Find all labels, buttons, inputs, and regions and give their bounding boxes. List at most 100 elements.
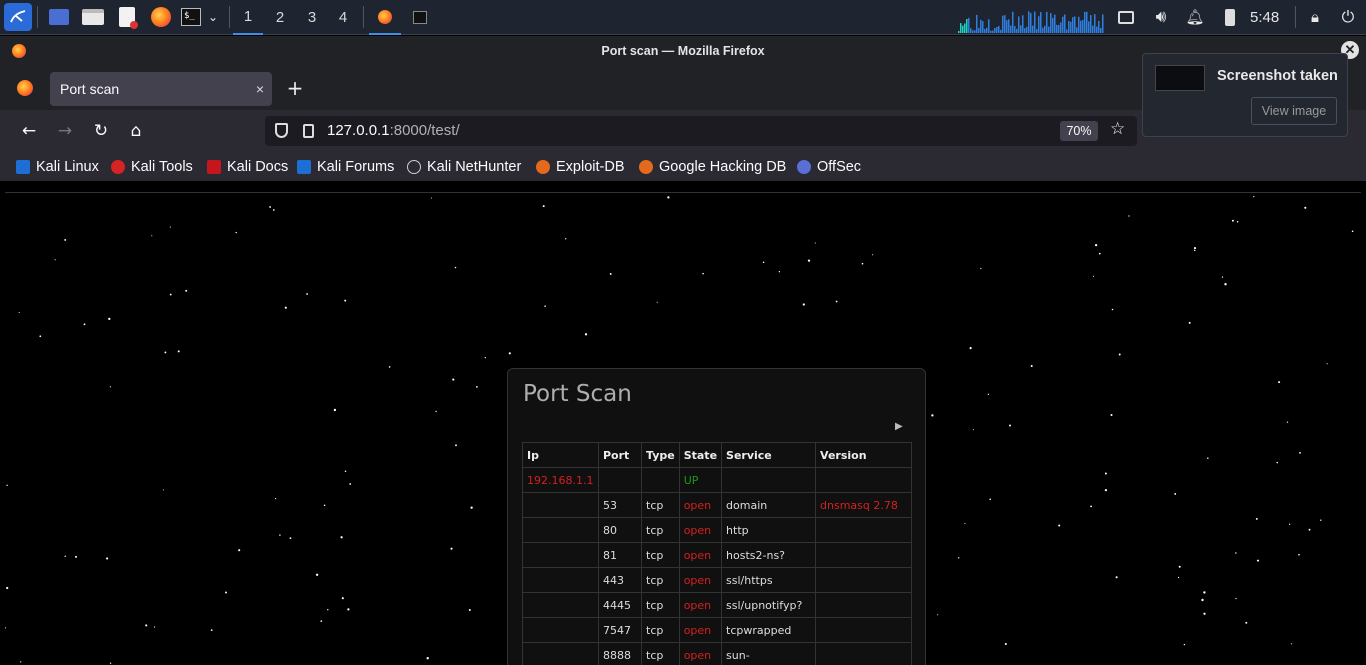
- cell-port: 80: [598, 517, 642, 543]
- star-dot: [225, 591, 227, 594]
- kali-menu-icon[interactable]: [4, 3, 32, 31]
- star-dot: [154, 626, 156, 628]
- firefox-icon[interactable]: [149, 5, 173, 29]
- table-row: 80 tcp open http: [522, 517, 913, 543]
- star-dot: [1320, 519, 1322, 521]
- cell-port: 4445: [598, 592, 642, 618]
- lock-icon[interactable]: 🔒︎: [1303, 5, 1327, 29]
- star-dot: [1207, 457, 1209, 459]
- star-dot: [344, 470, 347, 472]
- screenshot-thumbnail[interactable]: [1155, 65, 1205, 91]
- taskbar-separator: [1295, 6, 1296, 28]
- cpu-bar: [1062, 16, 1064, 33]
- star-dot: [957, 557, 960, 559]
- star-dot: [972, 429, 974, 431]
- star-dot: [542, 205, 545, 208]
- bookmark-star-icon[interactable]: ☆: [1110, 119, 1125, 139]
- cell-service: domain: [721, 492, 817, 518]
- cell-type: tcp: [641, 642, 680, 665]
- cell-service: hosts2-ns?: [721, 542, 817, 568]
- star-dot: [275, 498, 277, 500]
- back-button[interactable]: ←: [16, 118, 42, 144]
- star-dot: [1201, 598, 1204, 602]
- star-dot: [18, 311, 20, 313]
- cpu-bar: [1072, 17, 1074, 33]
- zoom-indicator[interactable]: 70%: [1060, 121, 1098, 141]
- cpu-bar: [998, 25, 1000, 33]
- volume-icon[interactable]: 🔊︎: [1149, 5, 1173, 29]
- cell-service: ssl/upnotifyp?: [721, 592, 817, 618]
- cpu-bar: [1046, 11, 1048, 33]
- star-dot: [1092, 275, 1095, 277]
- star-dot: [320, 620, 323, 622]
- workspace-1[interactable]: 1: [233, 0, 263, 35]
- cpu-graph: [958, 11, 1104, 34]
- shield-icon[interactable]: [275, 123, 288, 138]
- play-icon[interactable]: ▶: [895, 421, 903, 432]
- chevron-down-icon[interactable]: ⌄: [203, 5, 223, 29]
- workspace-2[interactable]: 2: [265, 0, 295, 35]
- cell-type: tcp: [641, 517, 680, 543]
- cpu-bar: [1096, 26, 1098, 33]
- bookmark-kali-forums[interactable]: Kali Forums: [297, 155, 394, 178]
- tab-title: Port scan: [60, 81, 120, 97]
- column-header-version: Version: [815, 442, 913, 468]
- home-button[interactable]: ⌂: [123, 118, 149, 144]
- workspace-4[interactable]: 4: [328, 0, 358, 35]
- star-dot: [1299, 451, 1301, 454]
- table-row: 443 tcp open ssl/https: [522, 567, 913, 593]
- bookmark-kali-tools[interactable]: Kali Tools: [111, 155, 193, 178]
- star-dot: [1288, 523, 1291, 525]
- cpu-bar: [1010, 25, 1012, 33]
- kali-forums-icon: [297, 159, 311, 174]
- file-manager-icon[interactable]: [81, 5, 105, 29]
- new-tab-button[interactable]: +: [284, 76, 306, 100]
- network-icon[interactable]: [1114, 5, 1138, 29]
- screenshot-notification[interactable]: Screenshot taken View image: [1142, 53, 1348, 137]
- bookmark-label: Exploit-DB: [556, 158, 625, 175]
- page-icon[interactable]: [303, 124, 314, 138]
- bookmark-google-hacking-db[interactable]: Google Hacking DB: [639, 155, 786, 178]
- show-desktop-icon[interactable]: [47, 5, 71, 29]
- star-dot: [435, 410, 437, 413]
- url-bar[interactable]: 127.0.0.1:8000/test/ 70% ☆: [265, 116, 1137, 146]
- star-dot: [1221, 276, 1224, 278]
- close-icon[interactable]: ×: [256, 72, 264, 106]
- battery-icon[interactable]: [1218, 5, 1242, 29]
- star-dot: [667, 196, 670, 199]
- star-dot: [814, 242, 816, 244]
- bookmark-exploit-db[interactable]: Exploit-DB: [536, 155, 625, 178]
- star-dot: [807, 259, 811, 262]
- terminal-icon[interactable]: $_: [179, 5, 203, 29]
- workspace-3[interactable]: 3: [297, 0, 327, 35]
- star-dot: [1004, 642, 1007, 646]
- cell-version: [815, 592, 913, 618]
- cpu-bar: [1064, 14, 1066, 34]
- bookmark-kali-docs[interactable]: Kali Docs: [207, 155, 288, 178]
- tab-port-scan[interactable]: Port scan ×: [50, 72, 272, 106]
- globe-icon: [407, 159, 421, 174]
- taskbar-window-terminal[interactable]: [404, 0, 436, 35]
- notification-bell-icon[interactable]: 🔔︎: [1183, 5, 1207, 29]
- star-dot: [323, 504, 326, 507]
- text-editor-icon[interactable]: [115, 5, 139, 29]
- url-text[interactable]: 127.0.0.1:8000/test/: [327, 116, 460, 146]
- star-dot: [584, 333, 588, 336]
- firefox-view-icon[interactable]: [17, 80, 33, 96]
- bookmark-offsec[interactable]: OffSec: [797, 155, 861, 178]
- power-icon[interactable]: ⏻: [1336, 5, 1360, 29]
- star-dot: [1203, 591, 1206, 594]
- forward-button[interactable]: →: [52, 118, 78, 144]
- bookmark-kali-linux[interactable]: Kali Linux: [16, 155, 99, 178]
- clock[interactable]: 5:48: [1250, 0, 1279, 35]
- view-image-button[interactable]: View image: [1251, 97, 1337, 125]
- star-dot: [306, 293, 308, 295]
- star-dot: [340, 536, 343, 539]
- cpu-bar: [1006, 20, 1008, 33]
- kali-docs-icon: [207, 159, 221, 174]
- bookmark-kali-nethunter[interactable]: Kali NetHunter: [407, 155, 521, 178]
- taskbar-window-firefox[interactable]: [369, 0, 401, 35]
- url-host: 127.0.0.1: [327, 122, 390, 139]
- star-dot: [289, 537, 292, 539]
- reload-button[interactable]: ↻: [88, 118, 114, 144]
